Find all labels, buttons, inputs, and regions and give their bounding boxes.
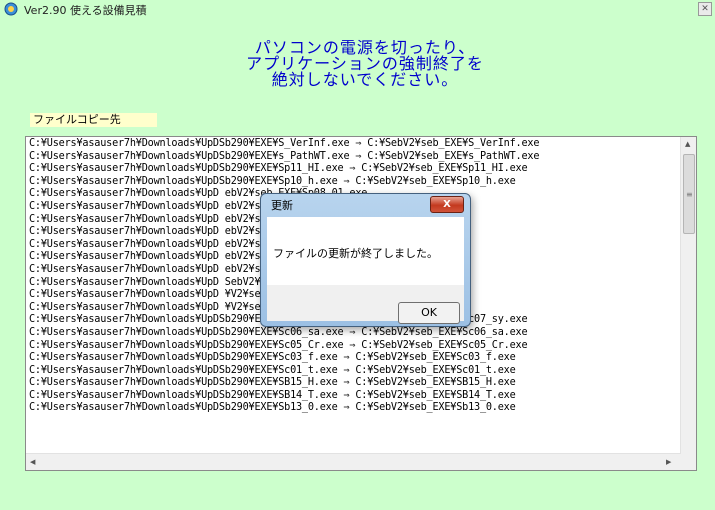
list-item[interactable]: C:¥Users¥asauser7h¥Downloads¥UpDSb290¥EX… [29, 352, 679, 365]
warning-message: パソコンの電源を切ったり、 アプリケーションの強制終了を 絶対しないでください。 [246, 38, 484, 89]
ok-button[interactable]: OK [398, 302, 460, 324]
file-copy-destination-label: ファイルコピー先 [30, 113, 157, 127]
vertical-scrollbar[interactable]: ▲ ≡ [680, 137, 696, 455]
vertical-scroll-thumb[interactable]: ≡ [683, 154, 695, 234]
scroll-left-icon[interactable]: ◀ [30, 457, 35, 467]
scroll-right-icon[interactable]: ▶ [666, 457, 671, 467]
dialog-message: ファイルの更新が終了しました。 [273, 247, 438, 260]
list-item[interactable]: C:¥Users¥asauser7h¥Downloads¥UpDSb290¥EX… [29, 163, 679, 176]
list-item[interactable]: C:¥Users¥asauser7h¥Downloads¥UpDSb290¥EX… [29, 340, 679, 353]
list-item[interactable]: C:¥Users¥asauser7h¥Downloads¥UpDSb290¥EX… [29, 402, 679, 415]
list-item[interactable]: C:¥Users¥asauser7h¥Downloads¥UpDSb290¥EX… [29, 151, 679, 164]
list-item[interactable]: C:¥Users¥asauser7h¥Downloads¥UpDSb290¥EX… [29, 176, 679, 189]
list-item[interactable]: C:¥Users¥asauser7h¥Downloads¥UpDSb290¥EX… [29, 365, 679, 378]
horizontal-scrollbar[interactable]: ◀ ▶ [26, 453, 681, 470]
update-dialog: 更新 X ファイルの更新が終了しました。 OK [260, 193, 471, 327]
dialog-title: 更新 [271, 199, 293, 212]
list-item[interactable]: C:¥Users¥asauser7h¥Downloads¥UpDSb290¥EX… [29, 377, 679, 390]
list-item[interactable]: C:¥Users¥asauser7h¥Downloads¥UpDSb290¥EX… [29, 327, 679, 340]
window-close-icon[interactable]: ✕ [698, 2, 712, 16]
dialog-body: ファイルの更新が終了しました。 [267, 217, 464, 285]
list-item[interactable]: C:¥Users¥asauser7h¥Downloads¥UpDSb290¥EX… [29, 138, 679, 151]
window-title: Ver2.90 使える設備見積 [24, 4, 147, 17]
title-bar: Ver2.90 使える設備見積 ✕ [0, 0, 715, 18]
scrollbar-corner [681, 454, 696, 470]
list-item[interactable]: C:¥Users¥asauser7h¥Downloads¥UpDSb290¥EX… [29, 390, 679, 403]
dialog-close-icon[interactable]: X [430, 196, 464, 213]
app-icon [4, 2, 18, 16]
scroll-up-icon[interactable]: ▲ [685, 139, 690, 149]
grip-icon: ≡ [686, 190, 693, 199]
